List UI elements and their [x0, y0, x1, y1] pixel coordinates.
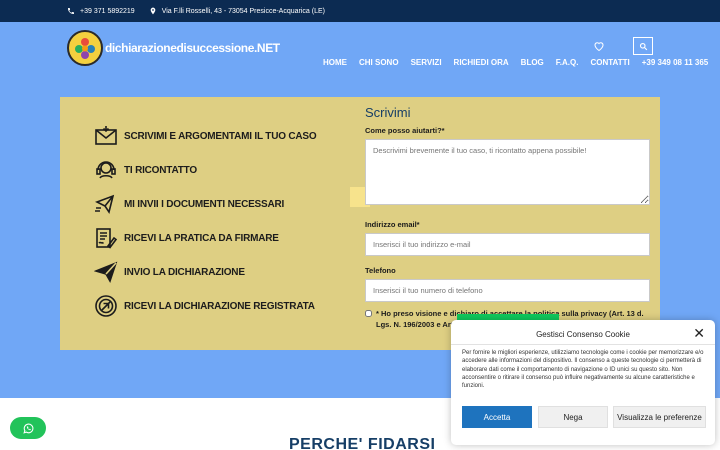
cookie-preferences-button[interactable]: Visualizza le preferenze: [613, 406, 706, 428]
contact-form: Scrivimi Come posso aiutarti?* Indirizzo…: [365, 105, 650, 330]
logo-mark-icon: [67, 30, 103, 66]
search-button[interactable]: [633, 37, 653, 55]
whatsapp-button[interactable]: [10, 417, 46, 439]
step-item: RICEVI LA DICHIARAZIONE REGISTRATA: [93, 289, 316, 323]
stamp-icon: [95, 295, 117, 317]
logo-text: dichiarazionedisuccessione.NET: [105, 41, 280, 55]
contact-card: SCRIVIMI E ARGOMENTAMI IL TUO CASO TI RI…: [60, 97, 660, 350]
help-textarea[interactable]: [365, 139, 650, 205]
map-pin-icon: [150, 7, 156, 15]
site-logo[interactable]: dichiarazionedisuccessione.NET: [67, 30, 280, 66]
nav-servizi[interactable]: SERVIZI: [411, 58, 442, 67]
steps-list: SCRIVIMI E ARGOMENTAMI IL TUO CASO TI RI…: [93, 119, 317, 323]
phone-field[interactable]: [365, 279, 650, 302]
cookie-deny-button[interactable]: Nega: [538, 406, 608, 428]
help-label: Come posso aiutarti?*: [365, 126, 445, 135]
step-label: RICEVI LA DICHIARAZIONE REGISTRATA: [124, 300, 315, 312]
wishlist-heart-icon[interactable]: [593, 40, 605, 52]
nav-chi-sono[interactable]: CHI SONO: [359, 58, 399, 67]
topbar-phone-text: +39 371 5892219: [80, 7, 135, 15]
document-sign-icon: [96, 228, 118, 249]
nav-richiedi-ora[interactable]: RICHIEDI ORA: [454, 58, 509, 67]
step-item: TI RICONTATTO: [93, 153, 316, 187]
search-icon: [639, 42, 647, 50]
topbar-address: Via F.lli Rosselli, 43 - 73054 Presicce-…: [149, 7, 325, 15]
envelope-icon: [95, 126, 117, 145]
phone-icon: [68, 8, 74, 14]
cookie-divider: [451, 344, 715, 345]
email-field[interactable]: [365, 233, 650, 256]
step-label: TI RICONTATTO: [124, 164, 197, 176]
step-item: RICEVI LA PRATICA DA FIRMARE: [93, 221, 316, 255]
step-label: RICEVI LA PRATICA DA FIRMARE: [124, 232, 279, 244]
headset-icon: [96, 161, 116, 179]
nav-phone[interactable]: +39 349 08 11 365: [642, 58, 709, 67]
form-title: Scrivimi: [365, 105, 411, 120]
topbar-phone[interactable]: +39 371 5892219: [67, 7, 135, 15]
step-label: SCRIVIMI E ARGOMENTAMI IL TUO CASO: [124, 130, 317, 142]
whatsapp-icon: [22, 423, 33, 434]
step-item: SCRIVIMI E ARGOMENTAMI IL TUO CASO: [93, 119, 317, 153]
step-label: MI INVII I DOCUMENTI NECESSARI: [124, 198, 285, 210]
top-bar: +39 371 5892219 Via F.lli Rosselli, 43 -…: [0, 0, 720, 22]
step-label: INVIO LA DICHIARAZIONE: [124, 266, 245, 278]
nav-blog[interactable]: BLOG: [521, 58, 544, 67]
email-label: Indirizzo email*: [365, 220, 420, 229]
cookie-accept-button[interactable]: Accetta: [462, 406, 532, 428]
nav-home[interactable]: HOME: [323, 58, 347, 67]
close-icon[interactable]: ✕: [693, 326, 705, 340]
topbar-address-text: Via F.lli Rosselli, 43 - 73054 Presicce-…: [161, 7, 325, 15]
cookie-dialog: Gestisci Consenso Cookie ✕ Per fornire l…: [451, 320, 715, 445]
step-item: INVIO LA DICHIARAZIONE: [93, 255, 316, 289]
paper-plane-icon: [94, 261, 118, 283]
cookie-body: Per fornire le migliori esperienze, util…: [462, 350, 704, 390]
section-heading: PERCHE' FIDARSI: [289, 436, 436, 450]
cookie-title: Gestisci Consenso Cookie: [536, 330, 630, 339]
step-item: MI INVII I DOCUMENTI NECESSARI: [93, 187, 316, 221]
nav-contatti[interactable]: CONTATTI: [590, 58, 629, 67]
send-docs-icon: [95, 194, 115, 214]
privacy-checkbox[interactable]: [365, 310, 372, 317]
phone-label: Telefono: [365, 266, 396, 275]
nav-faq[interactable]: F.A.Q.: [556, 58, 579, 67]
main-nav: HOME CHI SONO SERVIZI RICHIEDI ORA BLOG …: [323, 58, 708, 67]
